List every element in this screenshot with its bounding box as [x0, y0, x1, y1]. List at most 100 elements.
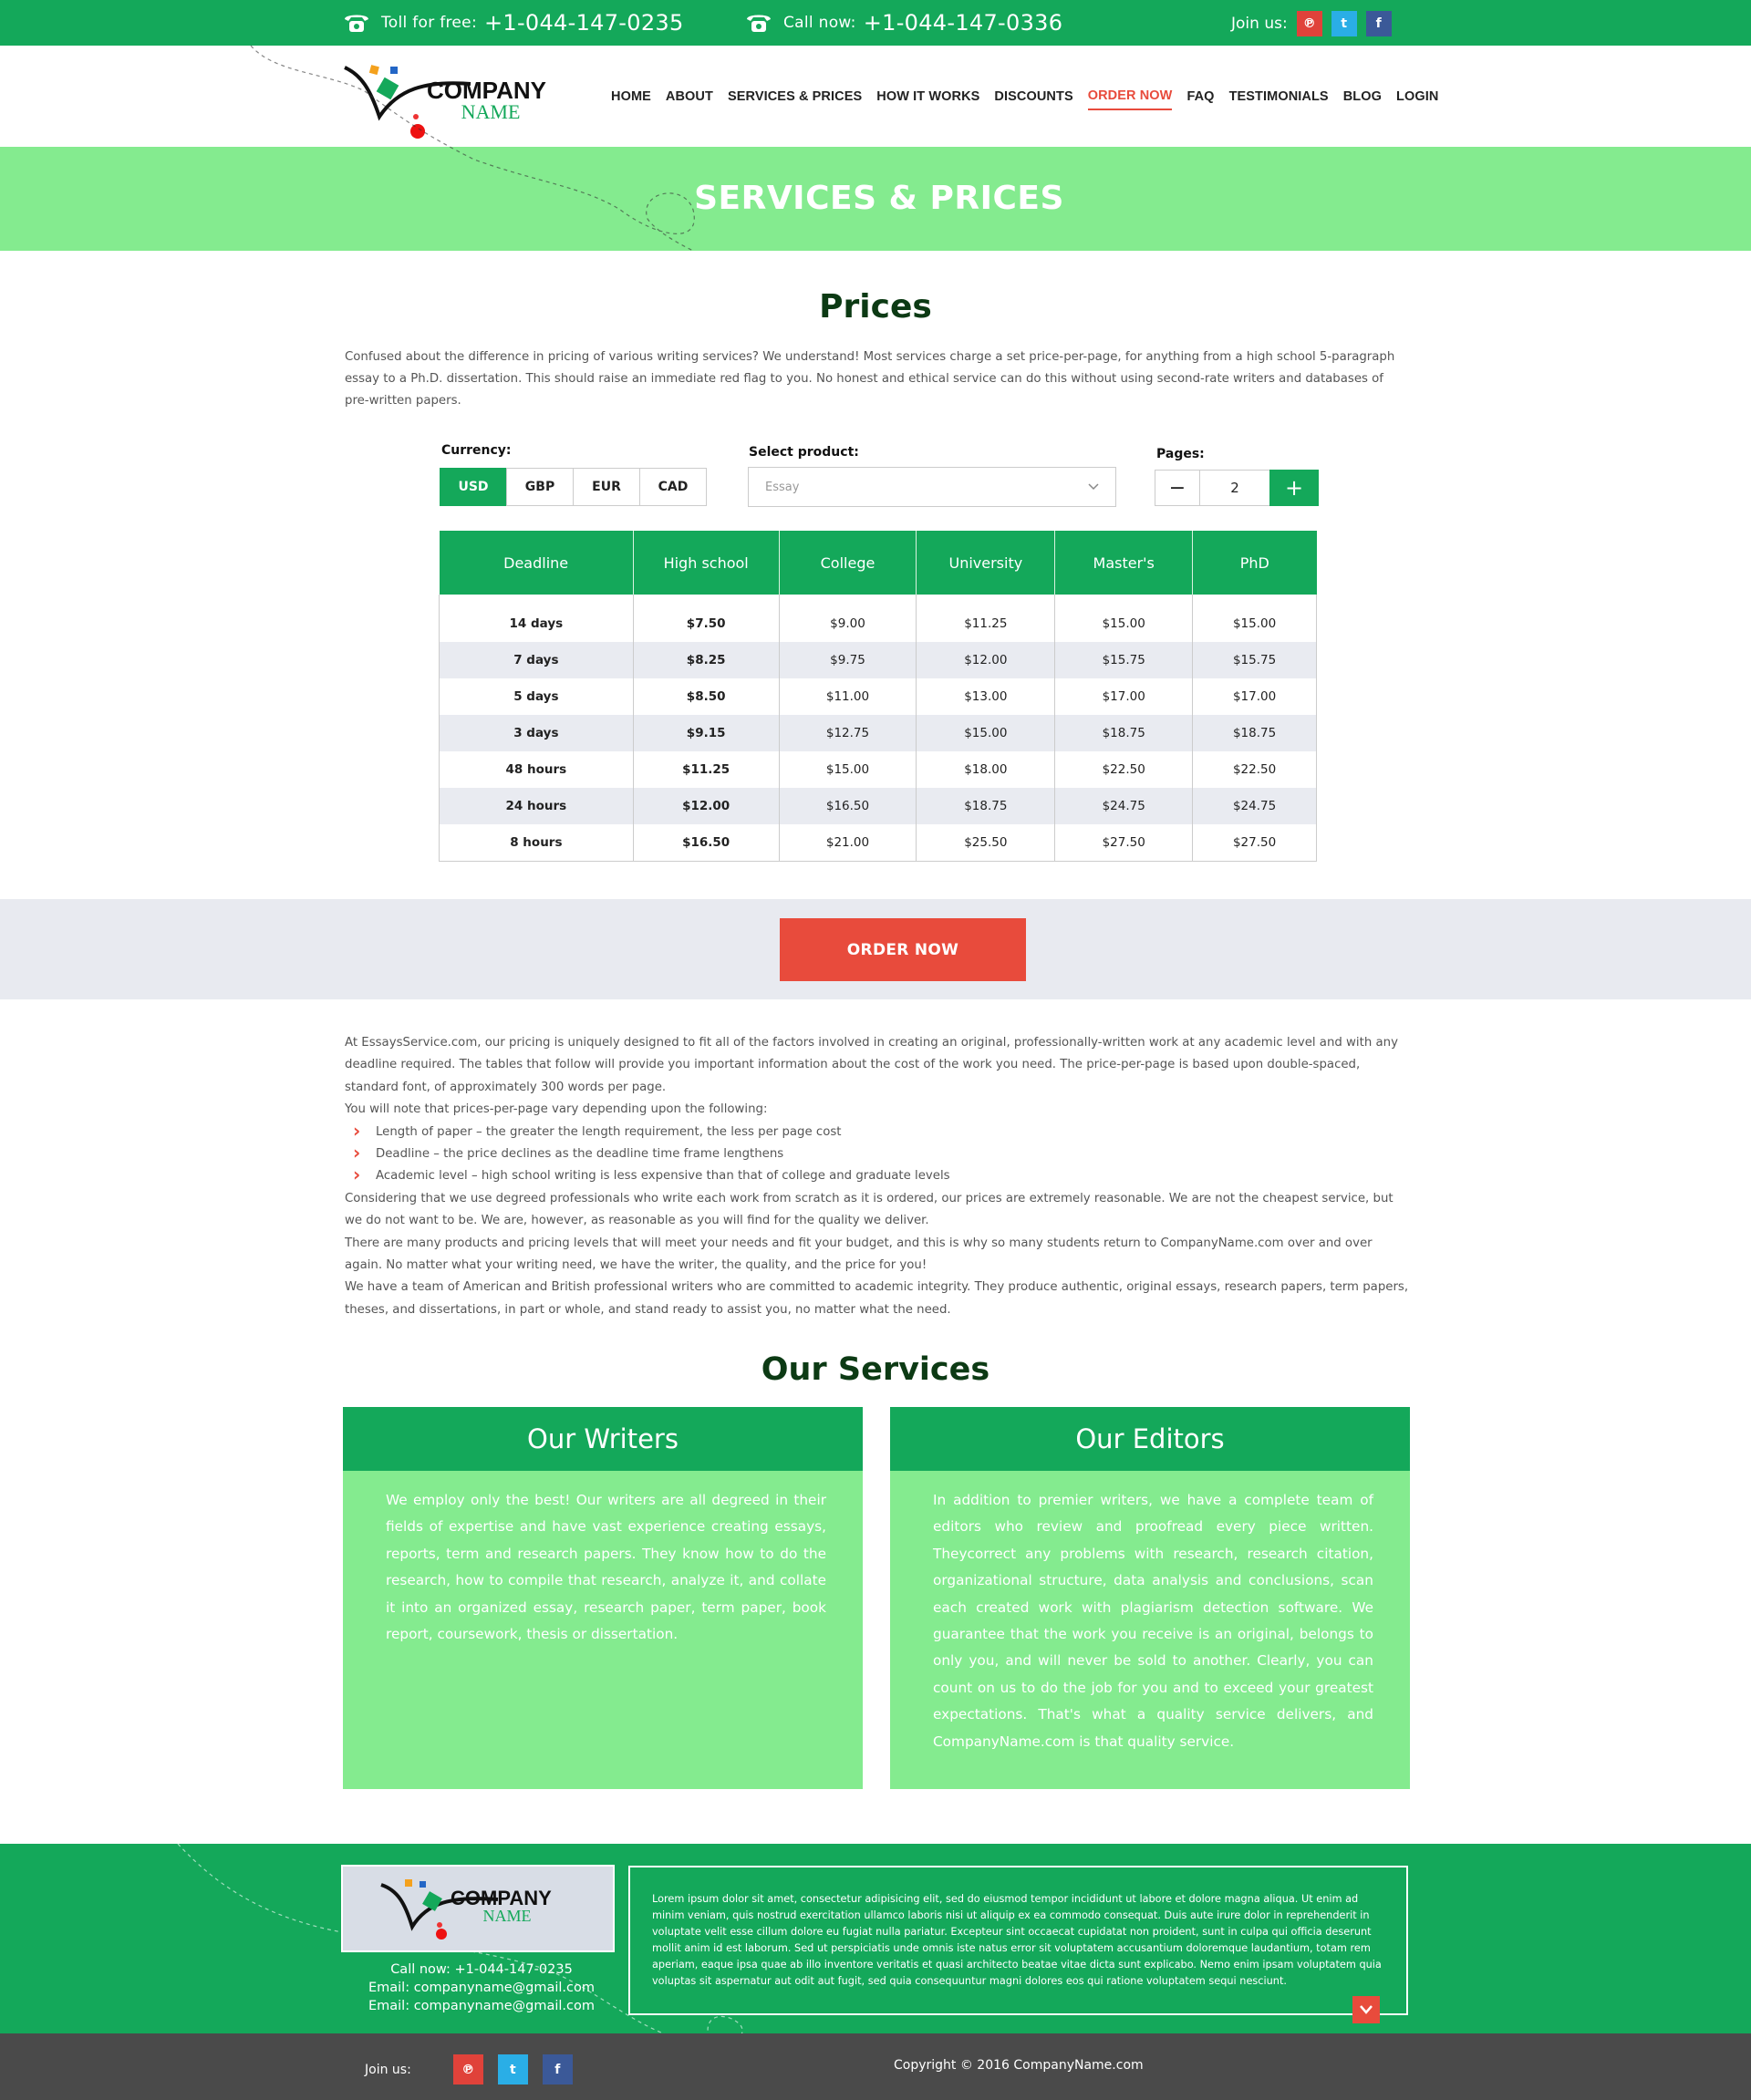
price-table-header: Deadline High school College University …	[439, 531, 1317, 595]
spacer-cell	[779, 595, 917, 605]
nav-faq[interactable]: FAQ	[1186, 84, 1214, 109]
nav-order-now[interactable]: ORDER NOW	[1087, 83, 1173, 110]
info-paragraph: There are many products and pricing leve…	[345, 1236, 1373, 1273]
deadline-cell: 48 hours	[439, 751, 634, 788]
price-cell: $15.00	[1054, 605, 1194, 642]
pinterest-icon[interactable]: ℗	[1296, 11, 1322, 36]
nav-blog[interactable]: BLOG	[1343, 84, 1382, 109]
footer-email[interactable]: Email: companyname@gmail.com	[345, 1997, 618, 2015]
price-cell: $7.50	[633, 605, 780, 642]
join-label: Join us:	[365, 2062, 411, 2077]
price-cell: $9.75	[779, 642, 917, 678]
pinterest-icon[interactable]: ℗	[452, 2054, 483, 2084]
currency-label: Currency:	[441, 443, 512, 458]
nav-about[interactable]: ABOUT	[666, 84, 713, 109]
top-bar: Toll for free: +1-044-147-0235 Call now:…	[0, 0, 1751, 46]
price-cell: $16.50	[633, 824, 780, 862]
order-now-button[interactable]: ORDER NOW	[780, 918, 1026, 981]
writers-text: We employ only the best! Our writers are…	[386, 1492, 826, 1643]
table-row: 24 hours $12.00 $16.50 $18.75 $24.75 $24…	[439, 788, 1317, 824]
table-row: 48 hours $11.25 $15.00 $18.00 $22.50 $22…	[439, 751, 1317, 788]
call-now-phone[interactable]: Call now: +1-044-147-0336	[745, 0, 1062, 46]
pages-minus-button[interactable]: −	[1155, 470, 1200, 506]
product-select[interactable]: Essay	[748, 467, 1116, 507]
price-cell: $17.00	[1054, 678, 1194, 715]
currency-eur[interactable]: EUR	[573, 468, 640, 506]
price-cell: $9.00	[779, 605, 917, 642]
deadline-cell: 3 days	[439, 715, 634, 751]
price-cell: $11.25	[916, 605, 1056, 642]
info-paragraph: We have a team of American and British p…	[345, 1280, 1409, 1317]
currency-gbp[interactable]: GBP	[506, 468, 574, 506]
price-table: Deadline High school College University …	[439, 531, 1317, 862]
table-row: 14 days $7.50 $9.00 $11.25 $15.00 $15.00	[439, 605, 1317, 642]
product-label: Select product:	[749, 445, 859, 460]
logo-text-name: NAME	[483, 1907, 532, 1925]
toll-label: Toll for free:	[381, 14, 477, 32]
social-links-top: Join us: ℗ t f	[1231, 11, 1392, 36]
col-college: College	[779, 531, 917, 595]
company-logo[interactable]: COMPANY NAME	[343, 62, 571, 140]
page-title: SERVICES & PRICES	[694, 180, 1064, 217]
call-number[interactable]: +1-044-147-0336	[864, 10, 1063, 36]
phone-icon	[345, 15, 368, 32]
footer-email[interactable]: Email: companyname@gmail.com	[345, 1979, 618, 1997]
footer-logo[interactable]: COMPANY NAME	[341, 1865, 615, 1952]
footer-call[interactable]: Call now: +1-044-147-0235	[345, 1960, 618, 1979]
deadline-cell: 24 hours	[439, 788, 634, 824]
price-cell: $18.75	[916, 788, 1056, 824]
twitter-icon[interactable]: t	[497, 2054, 528, 2084]
nav-how-it-works[interactable]: HOW IT WORKS	[876, 84, 979, 109]
spacer-cell	[1192, 595, 1317, 605]
price-cell: $12.00	[916, 642, 1056, 678]
footer-contact: Call now: +1-044-147-0235 Email: company…	[345, 1960, 618, 2015]
expand-button[interactable]	[1352, 1996, 1380, 2023]
facebook-icon[interactable]: f	[1365, 11, 1392, 36]
deadline-cell: 8 hours	[439, 824, 634, 862]
price-cell: $18.75	[1192, 715, 1317, 751]
deadline-cell: 7 days	[439, 642, 634, 678]
currency-cad[interactable]: CAD	[639, 468, 707, 506]
nav-testimonials[interactable]: TESTIMONIALS	[1229, 84, 1329, 109]
price-cell: $15.00	[1192, 605, 1317, 642]
spacer-cell	[1054, 595, 1194, 605]
info-paragraph: Considering that we use degreed professi…	[345, 1191, 1394, 1228]
col-high-school: High school	[633, 531, 780, 595]
twitter-icon[interactable]: t	[1331, 11, 1357, 36]
currency-usd[interactable]: USD	[440, 468, 507, 506]
pages-value[interactable]: 2	[1200, 470, 1269, 506]
pricing-info: At EssaysService.com, our pricing is uni…	[345, 1032, 1410, 1321]
copyright: Copyright © 2016 CompanyName.com	[894, 2058, 1144, 2073]
price-cell: $27.50	[1192, 824, 1317, 862]
currency-selector: USD GBP EUR CAD	[440, 468, 707, 506]
editors-card: Our Editors In addition to premier write…	[890, 1407, 1410, 1789]
spacer-cell	[633, 595, 780, 605]
table-row: 8 hours $16.50 $21.00 $25.50 $27.50 $27.…	[439, 824, 1317, 862]
nav-services-prices[interactable]: SERVICES & PRICES	[728, 84, 862, 109]
social-links-bottom: Join us: ℗ t f	[365, 2054, 573, 2084]
list-item: Academic level – high school writing is …	[345, 1164, 1410, 1187]
toll-free-phone[interactable]: Toll for free: +1-044-147-0235	[343, 0, 684, 46]
price-cell: $12.75	[779, 715, 917, 751]
footer-lorem: Lorem ipsum dolor sit amet, consectetur …	[652, 1893, 1382, 1987]
phone-icon	[747, 15, 771, 32]
toll-number[interactable]: +1-044-147-0235	[484, 10, 684, 36]
nav-discounts[interactable]: DISCOUNTS	[994, 84, 1072, 109]
pages-label: Pages:	[1156, 447, 1205, 461]
price-cell: $17.00	[1192, 678, 1317, 715]
price-cell: $22.50	[1054, 751, 1194, 788]
col-deadline: Deadline	[439, 531, 634, 595]
deadline-cell: 5 days	[439, 678, 634, 715]
price-cell: $8.50	[633, 678, 780, 715]
bottom-bar	[0, 2033, 1751, 2100]
spacer-cell	[916, 595, 1056, 605]
pages-plus-button[interactable]: +	[1269, 470, 1319, 506]
price-cell: $15.75	[1054, 642, 1194, 678]
nav-home[interactable]: HOME	[611, 84, 651, 109]
nav-login[interactable]: LOGIN	[1396, 84, 1438, 109]
chevron-down-icon	[1088, 483, 1099, 491]
price-cell: $12.00	[633, 788, 780, 824]
price-cell: $15.00	[916, 715, 1056, 751]
price-cell: $13.00	[916, 678, 1056, 715]
facebook-icon[interactable]: f	[542, 2054, 573, 2084]
